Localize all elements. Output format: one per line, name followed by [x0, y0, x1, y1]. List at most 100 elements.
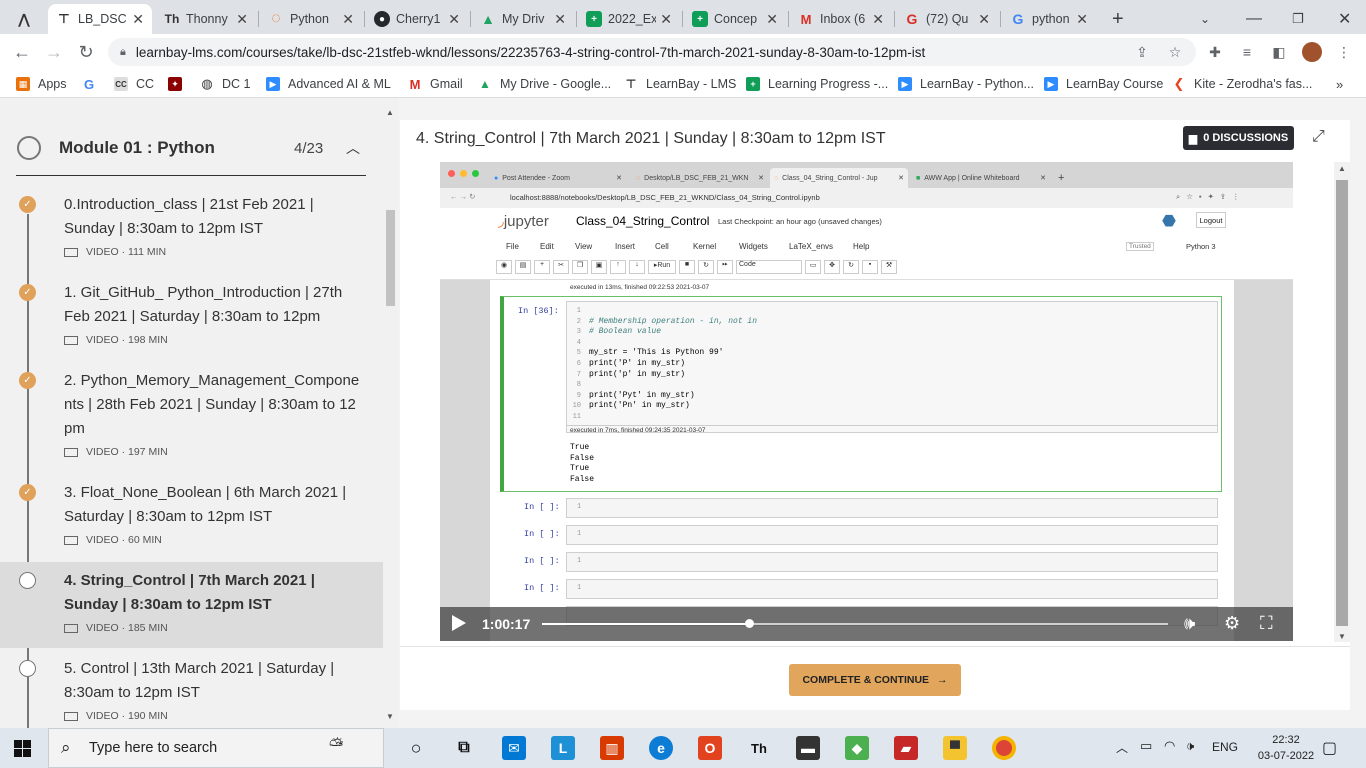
menu-kebab-icon[interactable]: ⋮ — [1334, 42, 1354, 62]
address-bar[interactable]: 🔒︎ learnbay-lms.com/courses/take/lb-dsc-… — [108, 38, 1196, 66]
taskbar-search[interactable]: ⌕ Type here to search ⛅︎ — [48, 728, 384, 768]
wifi-icon[interactable]: ◠ — [1164, 738, 1175, 754]
close-icon[interactable]: ✕ — [342, 11, 354, 28]
learnbay-app-icon[interactable]: L — [551, 736, 575, 760]
back-arrow-icon[interactable]: ← — [10, 40, 34, 64]
bookmark-learning-progress[interactable]: + Learning Progress -... — [746, 75, 888, 93]
tab-gmail[interactable]: M Inbox (6 ✕ — [790, 4, 892, 34]
tab-learnbay-home[interactable]: ⋀ — [8, 4, 48, 34]
language-indicator[interactable]: ENG — [1212, 740, 1238, 754]
code-line: # Boolean value — [589, 327, 662, 337]
battery-icon[interactable]: ▭ — [1140, 738, 1152, 754]
tab-concept[interactable]: + Concep ✕ — [684, 4, 786, 34]
reload-icon[interactable]: ↻ — [74, 40, 98, 64]
forward-arrow-icon[interactable]: → — [42, 40, 66, 64]
lesson-item[interactable]: ✓ 0.Introduction_class | 21st Feb 2021 |… — [0, 188, 383, 272]
bookmark-google[interactable]: G — [82, 75, 104, 93]
module-header[interactable]: Module 01 : Python 4/23 ︿ — [16, 118, 366, 176]
new-tab-plus-icon[interactable]: + — [1104, 4, 1134, 34]
play-icon[interactable] — [452, 615, 466, 631]
reading-list-icon[interactable]: ≡ — [1237, 42, 1257, 62]
scroll-up-arrow-icon[interactable]: ▲ — [1338, 164, 1346, 173]
bookmark-apps[interactable]: ▦ Apps — [16, 75, 67, 93]
mail-icon[interactable]: ✉ — [502, 736, 526, 760]
bookmark-gmail[interactable]: M Gmail — [408, 75, 463, 93]
task-view-icon[interactable]: ⧉ — [452, 736, 476, 760]
bookmark-dc1[interactable]: ◍ DC 1 — [200, 75, 250, 93]
close-icon[interactable]: ✕ — [1076, 11, 1088, 28]
office-icon[interactable]: O — [698, 736, 722, 760]
sidebar-scrollbar[interactable]: ▲ ▼ — [383, 98, 398, 728]
app-red-icon[interactable]: ▰ — [894, 736, 918, 760]
cortana-circle-icon[interactable]: ○ — [404, 736, 428, 760]
close-icon[interactable]: ✕ — [132, 11, 144, 28]
share-icon[interactable]: ⇪ — [1132, 42, 1152, 62]
extensions-puzzle-icon[interactable]: ✚ — [1205, 42, 1225, 62]
bookmark-flag[interactable]: ✦ — [168, 75, 190, 93]
scrollbar-thumb[interactable] — [1336, 180, 1348, 626]
tab-drive[interactable]: ▲ My Driv ✕ — [472, 4, 574, 34]
bookmark-advanced-ai[interactable]: ▶ Advanced AI & ML — [266, 75, 391, 93]
lesson-item[interactable]: 5. Control | 13th March 2021 | Saturday … — [0, 652, 383, 728]
fullscreen-icon[interactable]: ⛶ — [1260, 613, 1273, 634]
thonny-taskbar-icon[interactable]: Th — [747, 736, 771, 760]
bookmark-star-icon[interactable]: ☆ — [1165, 42, 1185, 62]
bookmark-drive[interactable]: ▲ My Drive - Google... — [478, 75, 611, 93]
settings-gear-icon[interactable]: ⚙ — [1224, 613, 1240, 634]
scroll-down-arrow-icon[interactable]: ▼ — [1338, 632, 1346, 641]
tab-thonny[interactable]: Th Thonny ✕ — [156, 4, 256, 34]
window-close-icon[interactable]: ✕ — [1330, 4, 1360, 34]
seek-handle[interactable] — [744, 619, 754, 628]
chevron-up-icon[interactable]: ︿ — [346, 138, 360, 158]
tab-quora[interactable]: G (72) Qu ✕ — [896, 4, 998, 34]
minimize-icon[interactable]: — — [1238, 4, 1268, 34]
app-diamond-icon[interactable]: ◆ — [845, 736, 869, 760]
profile-avatar[interactable] — [1302, 42, 1322, 62]
video-seek-bar[interactable] — [542, 619, 1168, 628]
bookmark-learnbay-python[interactable]: ▶ LearnBay - Python... — [898, 75, 1034, 93]
bookmark-kite[interactable]: ❮ Kite - Zerodha's fas... — [1172, 75, 1313, 93]
discussions-button[interactable]: ▆ 0 DISCUSSIONS — [1183, 126, 1294, 150]
bookmark-learnbay-lms[interactable]: ⊤ LearnBay - LMS — [624, 75, 737, 93]
scroll-down-arrow-icon[interactable]: ▼ — [386, 712, 394, 721]
media-app-icon[interactable]: ▥ — [600, 736, 624, 760]
tab-sheet-2022[interactable]: + 2022_Ex ✕ — [578, 4, 680, 34]
more-bookmarks-icon[interactable]: » — [1336, 75, 1343, 93]
close-icon[interactable]: ✕ — [448, 11, 460, 28]
speaker-icon[interactable]: 🕩︎ — [1186, 738, 1194, 754]
tab-python[interactable]: ◌ Python ✕ — [260, 4, 362, 34]
restore-icon[interactable]: ❐ — [1284, 4, 1314, 34]
scroll-up-arrow-icon[interactable]: ▲ — [386, 108, 394, 117]
video-player[interactable]: ● Post Attendee - Zoom ✕ ◌ Desktop/LB_DSC_F… — [440, 162, 1293, 641]
notifications-icon[interactable]: ▢ — [1322, 738, 1337, 758]
file-explorer-icon[interactable]: ▀ — [943, 736, 967, 760]
volume-icon[interactable]: 🕪︎ — [1184, 613, 1195, 634]
tab-search-chevron-icon[interactable]: ⌄ — [1192, 4, 1222, 34]
terminal-icon[interactable]: ▬ — [796, 736, 820, 760]
bookmark-learnbay-course[interactable]: ▶ LearnBay Course — [1044, 75, 1163, 93]
content-scrollbar[interactable]: ▼ ▲ — [1334, 162, 1350, 642]
edge-icon[interactable]: e — [649, 736, 673, 760]
tab-github[interactable]: ● Cherry1 ✕ — [366, 4, 468, 34]
lesson-item-active[interactable]: 4. String_Control | 7th March 2021 | Sun… — [0, 562, 383, 648]
tab-active-lesson[interactable]: ⊤ LB_DSC ✕ — [48, 4, 152, 34]
tab-google-python[interactable]: G python ✕ — [1002, 4, 1096, 34]
lesson-item[interactable]: ✓ 2. Python_Memory_Management_Components… — [0, 364, 383, 472]
close-icon[interactable]: ✕ — [236, 11, 248, 28]
close-icon[interactable]: ✕ — [660, 11, 672, 28]
lesson-item[interactable]: ✓ 3. Float_None_Boolean | 6th March 2021… — [0, 476, 383, 560]
bookmark-cc[interactable]: CC CC — [114, 75, 154, 93]
close-icon[interactable]: ✕ — [554, 11, 566, 28]
expand-icon[interactable]: ⤢ — [1312, 128, 1325, 146]
complete-and-continue-button[interactable]: COMPLETE & CONTINUE → — [789, 664, 961, 696]
chrome-icon[interactable] — [992, 736, 1016, 760]
close-icon[interactable]: ✕ — [872, 11, 884, 28]
windows-start-icon[interactable] — [14, 740, 31, 757]
lesson-item[interactable]: ✓ 1. Git_GitHub_ Python_Introduction | 2… — [0, 276, 383, 360]
clock[interactable]: 22:32 03-07-2022 — [1254, 732, 1318, 764]
close-icon[interactable]: ✕ — [978, 11, 990, 28]
scrollbar-thumb[interactable] — [386, 210, 395, 306]
close-icon[interactable]: ✕ — [766, 11, 778, 28]
side-panel-icon[interactable]: ◧ — [1269, 42, 1289, 62]
system-tray-chevron-icon[interactable]: ︿ — [1116, 739, 1128, 756]
